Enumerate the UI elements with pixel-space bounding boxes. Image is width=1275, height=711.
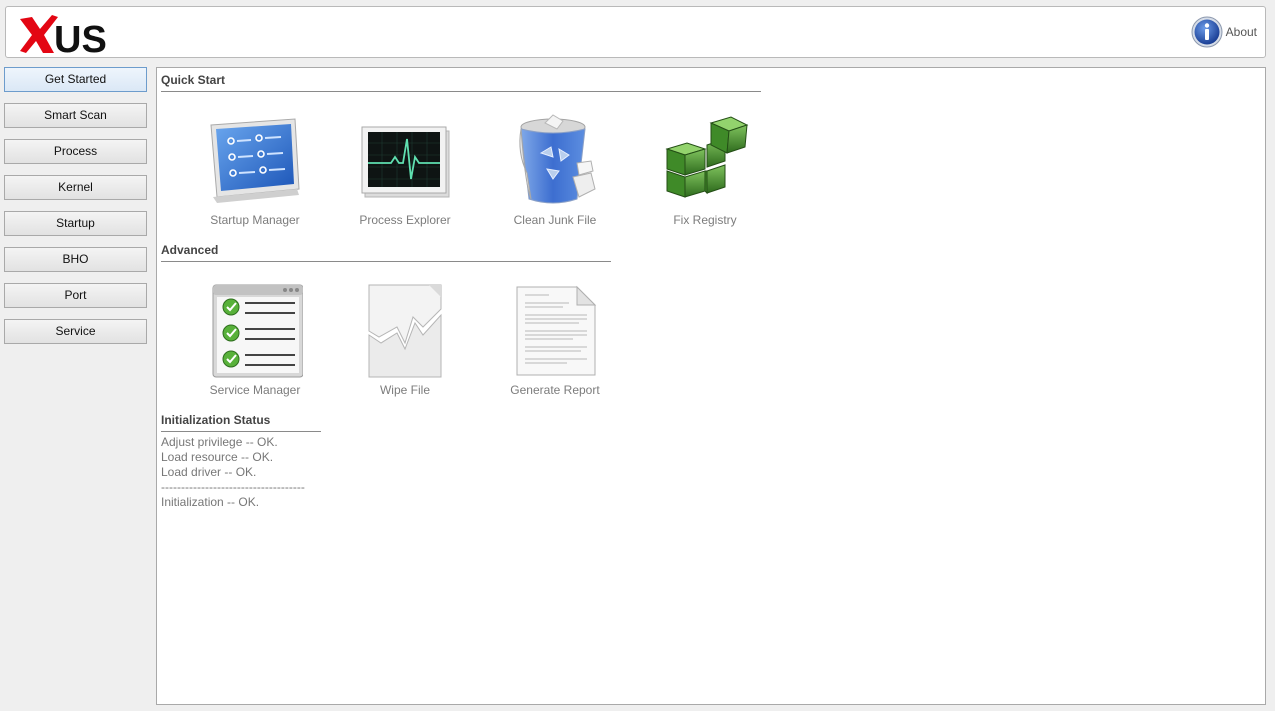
startup-manager-icon — [207, 113, 303, 209]
status-line: Load resource -- OK. — [161, 450, 274, 464]
init-status-log: Adjust privilege -- OK. Load resource --… — [161, 435, 305, 510]
tile-label: Wipe File — [379, 383, 430, 397]
service-manager-tile[interactable]: Service Manager — [180, 283, 330, 397]
init-status-title: Initialization Status — [161, 413, 321, 432]
recycle-bin-icon — [507, 113, 603, 209]
generate-report-tile[interactable]: Generate Report — [480, 283, 630, 397]
service-list-icon — [207, 283, 304, 379]
startup-manager-tile[interactable]: Startup Manager — [180, 113, 330, 227]
sidebar-item-service[interactable]: Service — [4, 319, 147, 344]
report-document-icon — [507, 283, 603, 379]
status-line: Load driver -- OK. — [161, 465, 257, 479]
registry-cubes-icon — [657, 113, 753, 209]
main-panel: Quick Start Startup Manager Process Expl… — [156, 67, 1266, 705]
sidebar-item-process[interactable]: Process — [4, 139, 147, 164]
tile-label: Generate Report — [510, 383, 600, 397]
tile-label: Clean Junk File — [513, 213, 597, 227]
wipe-file-tile[interactable]: Wipe File — [330, 283, 480, 397]
sidebar-item-bho[interactable]: BHO — [4, 247, 147, 272]
process-explorer-icon — [357, 113, 453, 209]
status-line: Initialization -- OK. — [161, 495, 260, 509]
sidebar-item-port[interactable]: Port — [4, 283, 147, 308]
about-button[interactable]: About — [1191, 16, 1257, 48]
tile-label: Service Manager — [209, 383, 301, 397]
advanced-title: Advanced — [161, 243, 611, 262]
sidebar-item-get-started[interactable]: Get Started — [4, 67, 147, 92]
process-explorer-tile[interactable]: Process Explorer — [330, 113, 480, 227]
sidebar-item-smart-scan[interactable]: Smart Scan — [4, 103, 147, 128]
shredded-file-icon — [357, 283, 453, 379]
info-icon — [1191, 16, 1223, 48]
tile-label: Process Explorer — [359, 213, 451, 227]
app-header: US About — [5, 6, 1266, 61]
fix-registry-tile[interactable]: Fix Registry — [630, 113, 780, 227]
app-logo: US — [18, 11, 128, 61]
tile-label: Fix Registry — [673, 213, 737, 227]
sidebar-item-kernel[interactable]: Kernel — [4, 175, 147, 200]
status-separator: ------------------------------------ — [161, 480, 305, 494]
status-line: Adjust privilege -- OK. — [161, 435, 278, 449]
sidebar-nav: Get Started Smart Scan Process Kernel St… — [4, 67, 147, 355]
tile-label: Startup Manager — [210, 213, 300, 227]
logo-text: US — [54, 19, 107, 55]
quick-start-title: Quick Start — [161, 73, 761, 92]
clean-junk-file-tile[interactable]: Clean Junk File — [480, 113, 630, 227]
sidebar-item-startup[interactable]: Startup — [4, 211, 147, 236]
about-label: About — [1225, 25, 1257, 39]
